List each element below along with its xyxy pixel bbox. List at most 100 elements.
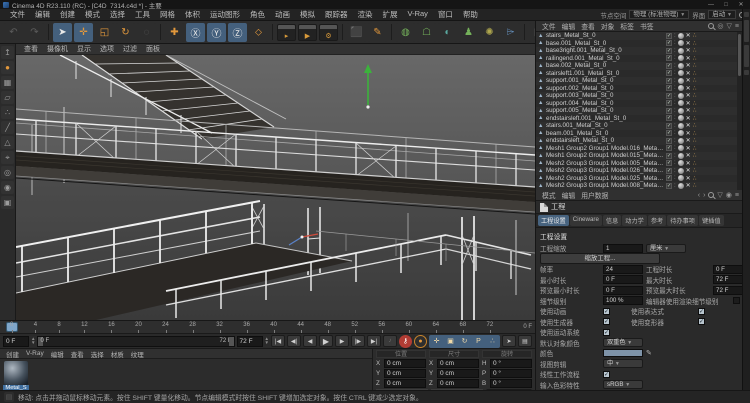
undo-icon[interactable]: ↶: [4, 22, 23, 42]
end-frame-field[interactable]: 72 F: [236, 335, 263, 347]
scale-tool-icon[interactable]: ◱: [95, 22, 114, 42]
object-row[interactable]: ▲ endstairsleft_Metal_St_0 ✓ : ✕ ∴: [536, 137, 742, 145]
object-enabled-check[interactable]: ✓: [666, 160, 672, 167]
view-clipping-dropdown[interactable]: 中 ▼: [603, 359, 643, 368]
viewport-menu-item[interactable]: 显示: [73, 44, 95, 54]
live-selection-icon[interactable]: ➤: [53, 22, 72, 42]
object-enabled-check[interactable]: ✓: [666, 47, 672, 54]
light-icon[interactable]: ✺: [480, 22, 499, 42]
visibility-dots[interactable]: :: [674, 33, 676, 39]
object-row[interactable]: ▲ Mesh2 Group3 Group1 Model.005_Metal_St…: [536, 160, 742, 168]
visibility-dots[interactable]: :: [674, 175, 676, 181]
object-enabled-check[interactable]: ✓: [666, 167, 672, 174]
object-row[interactable]: ▲ support.001_Metal_St_0 ✓ : ✕ ∴: [536, 77, 742, 85]
material-menu-item[interactable]: 创建: [3, 349, 22, 359]
phong-tag-icon[interactable]: [677, 175, 684, 182]
am-search-icon[interactable]: [708, 192, 715, 198]
selection-tag-icon[interactable]: ∴: [693, 55, 697, 62]
phong-tag-icon[interactable]: [677, 152, 684, 159]
object-row[interactable]: ▲ endstairsleft.001_Metal_St_0 ✓ : ✕ ∴: [536, 115, 742, 123]
key-scale-icon[interactable]: ▣: [444, 336, 457, 347]
menu-item[interactable]: 动画: [270, 9, 295, 20]
object-enabled-check[interactable]: ✓: [666, 70, 672, 77]
preview-max-field[interactable]: 72 F: [713, 285, 742, 295]
rot-h-field[interactable]: 0 °: [490, 359, 532, 368]
render-lod-checkbox[interactable]: [733, 297, 740, 304]
phong-tag-icon[interactable]: [677, 32, 684, 39]
color-swatch[interactable]: [603, 349, 643, 357]
size-x-field[interactable]: 0 cm: [437, 359, 479, 368]
maximize-button[interactable]: □: [720, 1, 732, 9]
scale-unit-dropdown[interactable]: 厘米 ▼: [646, 243, 686, 253]
visibility-dots[interactable]: :: [674, 48, 676, 54]
selection-tag-icon[interactable]: ∴: [693, 92, 697, 99]
om-search-icon[interactable]: [708, 23, 715, 29]
object-enabled-check[interactable]: ✓: [666, 137, 672, 144]
enable-axis-icon[interactable]: ⌖: [1, 151, 14, 164]
tab-todo[interactable]: 待办事项: [667, 215, 698, 226]
am-menu-item[interactable]: 编辑: [559, 190, 579, 200]
key-pla-icon[interactable]: ∴: [486, 336, 499, 347]
max-time-field[interactable]: 72 F: [713, 275, 742, 284]
visibility-dots[interactable]: :: [674, 78, 676, 84]
menu-item[interactable]: 创建: [55, 9, 80, 20]
material-menu-item[interactable]: V-Ray: [23, 350, 47, 357]
selection-tag-icon[interactable]: ∴: [693, 175, 697, 182]
figure-icon[interactable]: ♟: [459, 22, 478, 42]
selection-tag-icon[interactable]: ∴: [693, 115, 697, 122]
menu-item[interactable]: 扩展: [378, 9, 403, 20]
object-enabled-check[interactable]: ✓: [666, 145, 672, 152]
am-lock-icon[interactable]: ◉: [726, 191, 732, 199]
am-options-icon[interactable]: ≡: [735, 192, 739, 199]
viewport-menu-item[interactable]: 面板: [142, 44, 164, 54]
visibility-dots[interactable]: :: [674, 183, 676, 189]
goto-start-icon[interactable]: |◀: [271, 335, 285, 347]
default-color-dropdown[interactable]: 双重色 ▼: [603, 338, 643, 347]
object-menu-item[interactable]: 标签: [617, 21, 637, 31]
record-keyframe-icon[interactable]: ⚷: [399, 334, 412, 348]
tab-key-interpolation[interactable]: 键插值: [698, 215, 724, 226]
object-enabled-check[interactable]: ✓: [666, 175, 672, 182]
uvw-tag-icon[interactable]: ✕: [686, 100, 691, 107]
last-tool-icon[interactable]: ◌: [137, 22, 156, 42]
menu-item[interactable]: 网格: [155, 9, 180, 20]
render-picture-viewer-icon[interactable]: ▶: [298, 23, 317, 41]
min-time-field[interactable]: 0 F: [603, 275, 643, 284]
snap-icon[interactable]: ◉: [1, 181, 14, 194]
object-menu-item[interactable]: 查看: [578, 21, 598, 31]
am-back-icon[interactable]: ‹: [698, 192, 700, 199]
menu-item[interactable]: 体积: [180, 9, 205, 20]
uvw-tag-icon[interactable]: ✕: [686, 32, 691, 39]
uvw-tag-icon[interactable]: ✕: [686, 167, 691, 174]
rot-b-field[interactable]: 0 °: [490, 379, 532, 388]
om-visibility-icon[interactable]: ◎: [717, 22, 723, 30]
visibility-dots[interactable]: :: [674, 168, 676, 174]
viewport-menu-item[interactable]: 过滤: [119, 44, 141, 54]
selection-tag-icon[interactable]: ∴: [693, 122, 697, 129]
visibility-dots[interactable]: :: [674, 115, 676, 121]
linear-workflow-checkbox[interactable]: ✓: [603, 370, 610, 378]
object-enabled-check[interactable]: ✓: [666, 62, 672, 69]
tab-info[interactable]: 信息: [602, 215, 622, 226]
selection-tag-icon[interactable]: ∴: [693, 62, 697, 69]
menu-item[interactable]: 文件: [5, 9, 30, 20]
phong-tag-icon[interactable]: [677, 40, 684, 47]
project-scale-field[interactable]: 1: [603, 243, 643, 253]
menu-item[interactable]: 模拟: [295, 9, 320, 20]
key-position-icon[interactable]: ✛: [430, 336, 443, 347]
uvw-tag-icon[interactable]: ✕: [686, 85, 691, 92]
color-picker-icon[interactable]: ✎: [646, 349, 652, 357]
uvw-tag-icon[interactable]: ✕: [686, 160, 691, 167]
redo-icon[interactable]: ↷: [25, 22, 44, 42]
size-header[interactable]: 尺寸: [429, 350, 479, 358]
input-profile-dropdown[interactable]: sRGB ▼: [603, 380, 643, 389]
object-row[interactable]: ▲ Mesh2 Group3 Group1 Model.008_Metal_St…: [536, 182, 742, 190]
object-enabled-check[interactable]: ✓: [666, 77, 672, 84]
menu-item[interactable]: 运动图形: [205, 9, 245, 20]
section-project-settings[interactable]: 工程设置: [540, 230, 738, 242]
visibility-dots[interactable]: :: [674, 63, 676, 69]
key-parameter-icon[interactable]: P: [472, 336, 485, 347]
visibility-dots[interactable]: :: [674, 70, 676, 76]
selection-tag-icon[interactable]: ∴: [693, 107, 697, 114]
object-row[interactable]: ▲ base.001_Metal_St_0 ✓ : ✕ ∴: [536, 40, 742, 48]
